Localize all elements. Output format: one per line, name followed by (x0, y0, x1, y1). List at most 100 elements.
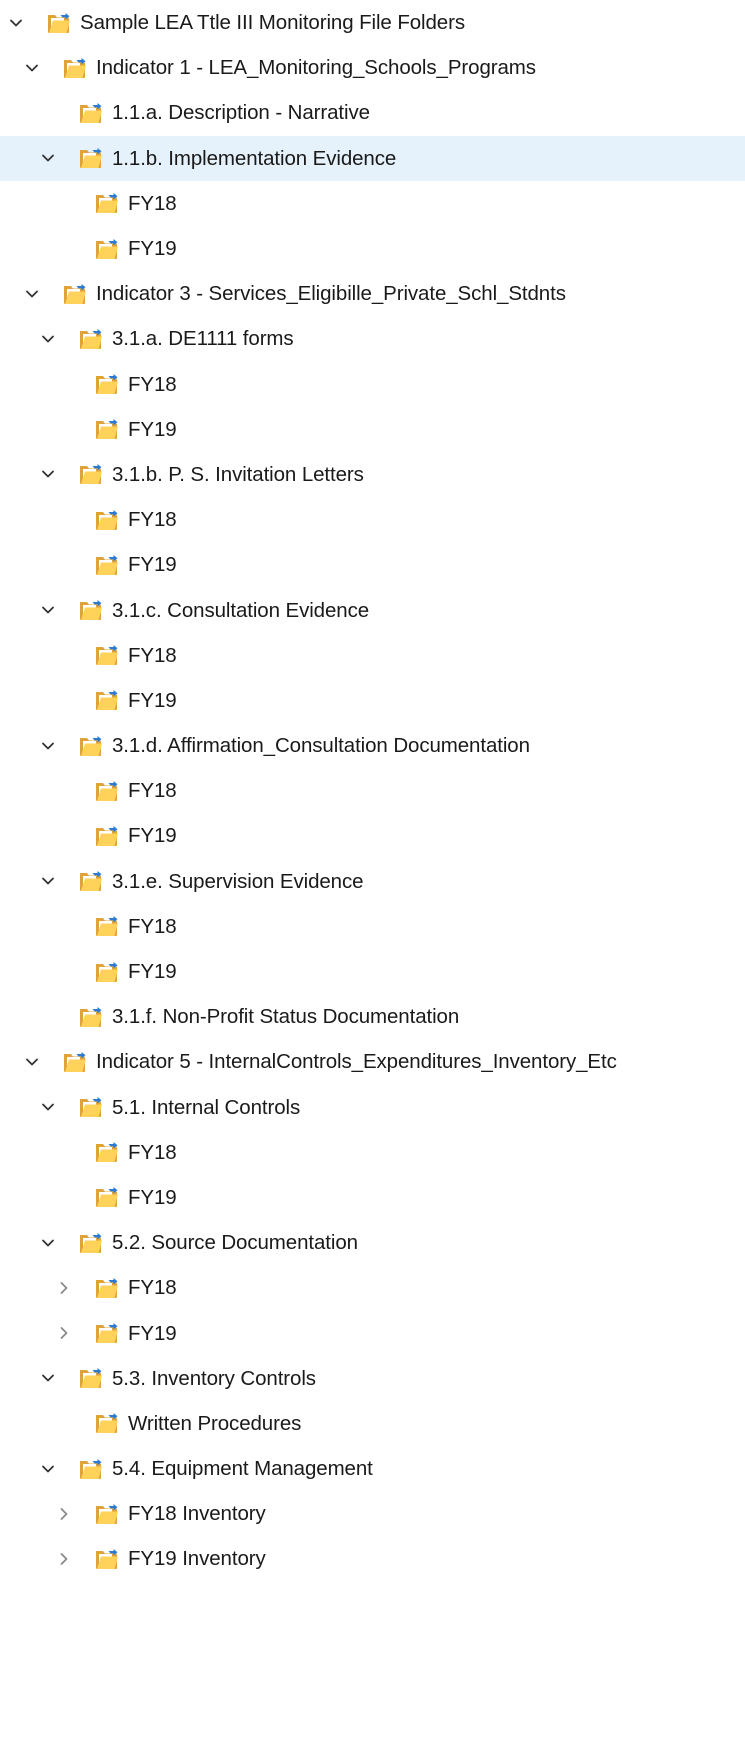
shared-folder-icon (94, 1321, 120, 1345)
tree-item[interactable]: 3.1.b. P. S. Invitation Letters (0, 452, 745, 497)
tree-item[interactable]: Indicator 1 - LEA_Monitoring_Schools_Pro… (0, 45, 745, 90)
tree-item-label: FY19 (128, 237, 177, 261)
shared-folder-icon (94, 914, 120, 938)
shared-folder-icon (78, 462, 104, 486)
tree-item[interactable]: FY19 (0, 678, 745, 723)
chevron-right-icon[interactable] (56, 1325, 72, 1341)
tree-item[interactable]: 3.1.a. DE1111 forms (0, 316, 745, 361)
tree-item-label: 5.1. Internal Controls (112, 1095, 301, 1119)
shared-folder-icon (94, 688, 120, 712)
tree-item[interactable]: FY19 (0, 949, 745, 994)
tree-item[interactable]: FY19 Inventory (0, 1536, 745, 1581)
tree-item[interactable]: FY18 (0, 1265, 745, 1310)
tree-item-label: FY18 (128, 914, 177, 938)
shared-folder-icon (78, 1457, 104, 1481)
tree-item-label: FY18 Inventory (128, 1502, 266, 1526)
tree-item[interactable]: 5.2. Source Documentation (0, 1220, 745, 1265)
tree-item-label: FY19 (128, 688, 177, 712)
chevron-down-icon[interactable] (40, 1461, 56, 1477)
shared-folder-icon (78, 598, 104, 622)
tree-item-label: FY18 (128, 779, 177, 803)
tree-item[interactable]: 3.1.d. Affirmation_Consultation Document… (0, 723, 745, 768)
chevron-down-icon[interactable] (40, 331, 56, 347)
chevron-down-icon[interactable] (40, 466, 56, 482)
chevron-down-icon[interactable] (24, 60, 40, 76)
shared-folder-icon (62, 1050, 88, 1074)
shared-folder-icon (94, 237, 120, 261)
tree-item[interactable]: FY19 (0, 1310, 745, 1355)
shared-folder-icon (78, 327, 104, 351)
tree-item-label: 5.3. Inventory Controls (112, 1366, 316, 1390)
chevron-down-icon[interactable] (8, 15, 24, 31)
chevron-down-icon[interactable] (40, 150, 56, 166)
chevron-down-icon[interactable] (40, 738, 56, 754)
chevron-right-icon[interactable] (56, 1551, 72, 1567)
tree-item[interactable]: 5.1. Internal Controls (0, 1085, 745, 1130)
tree-item-label: FY18 (128, 1140, 177, 1164)
chevron-down-icon[interactable] (24, 286, 40, 302)
tree-item-label: 5.4. Equipment Management (112, 1457, 373, 1481)
chevron-down-icon[interactable] (40, 1370, 56, 1386)
tree-item-label: 3.1.f. Non-Profit Status Documentation (112, 1005, 460, 1029)
shared-folder-icon (94, 1502, 120, 1526)
tree-item[interactable]: Indicator 5 - InternalControls_Expenditu… (0, 1039, 745, 1084)
chevron-right-icon[interactable] (56, 1506, 72, 1522)
shared-folder-icon (94, 553, 120, 577)
tree-item[interactable]: FY18 (0, 904, 745, 949)
tree-item[interactable]: 5.4. Equipment Management (0, 1446, 745, 1491)
tree-item[interactable]: FY19 (0, 1175, 745, 1220)
shared-folder-icon (78, 1231, 104, 1255)
tree-item[interactable]: FY19 (0, 407, 745, 452)
tree-item[interactable]: 5.3. Inventory Controls (0, 1356, 745, 1401)
tree-item[interactable]: FY18 (0, 497, 745, 542)
tree-item[interactable]: 3.1.c. Consultation Evidence (0, 587, 745, 632)
tree-item-label: 3.1.c. Consultation Evidence (112, 598, 370, 622)
shared-folder-icon (94, 372, 120, 396)
tree-item[interactable]: FY19 (0, 226, 745, 271)
shared-folder-icon (94, 1276, 120, 1300)
shared-folder-icon (78, 146, 104, 170)
chevron-down-icon[interactable] (24, 1054, 40, 1070)
tree-item[interactable]: FY18 (0, 1130, 745, 1175)
tree-item[interactable]: FY18 (0, 768, 745, 813)
tree-item-label: Written Procedures (128, 1411, 302, 1435)
tree-item-label: FY19 (128, 1321, 177, 1345)
chevron-down-icon[interactable] (40, 873, 56, 889)
shared-folder-icon (94, 191, 120, 215)
tree-item[interactable]: 3.1.f. Non-Profit Status Documentation (0, 994, 745, 1039)
chevron-down-icon[interactable] (40, 1099, 56, 1115)
tree-item[interactable]: FY19 (0, 813, 745, 858)
chevron-down-icon[interactable] (40, 602, 56, 618)
tree-item[interactable]: Written Procedures (0, 1401, 745, 1446)
tree-item-label: Indicator 3 - Services_Eligibille_Privat… (96, 282, 566, 306)
tree-item-label: FY18 (128, 508, 177, 532)
tree-item-label: FY18 (128, 372, 177, 396)
shared-folder-icon (78, 869, 104, 893)
tree-item[interactable]: 1.1.b. Implementation Evidence (0, 135, 745, 181)
shared-folder-icon (62, 282, 88, 306)
tree-item-label: 3.1.d. Affirmation_Consultation Document… (112, 734, 530, 758)
tree-item-label: FY18 (128, 191, 177, 215)
chevron-down-icon[interactable] (40, 1235, 56, 1251)
tree-item[interactable]: Indicator 3 - Services_Eligibille_Privat… (0, 271, 745, 316)
tree-item-label: 3.1.e. Supervision Evidence (112, 869, 364, 893)
tree-item[interactable]: FY19 (0, 542, 745, 587)
tree-item-label: Indicator 1 - LEA_Monitoring_Schools_Pro… (96, 56, 536, 80)
tree-item[interactable]: 3.1.e. Supervision Evidence (0, 859, 745, 904)
tree-item[interactable]: FY18 (0, 181, 745, 226)
shared-folder-icon (94, 1185, 120, 1209)
tree-item[interactable]: FY18 Inventory (0, 1491, 745, 1536)
tree-item-label: 1.1.b. Implementation Evidence (112, 146, 397, 170)
tree-item-label: FY19 (128, 960, 177, 984)
tree-item-label: FY19 (128, 553, 177, 577)
tree-item-label: 3.1.a. DE1111 forms (112, 327, 294, 351)
tree-item-label: FY19 (128, 417, 177, 441)
tree-item[interactable]: Sample LEA Ttle III Monitoring File Fold… (0, 0, 745, 45)
tree-item-label: 5.2. Source Documentation (112, 1231, 358, 1255)
tree-item-label: 3.1.b. P. S. Invitation Letters (112, 462, 364, 486)
chevron-right-icon[interactable] (56, 1280, 72, 1296)
tree-item[interactable]: FY18 (0, 633, 745, 678)
tree-item[interactable]: FY18 (0, 362, 745, 407)
shared-folder-icon (94, 508, 120, 532)
tree-item[interactable]: 1.1.a. Description - Narrative (0, 90, 745, 135)
